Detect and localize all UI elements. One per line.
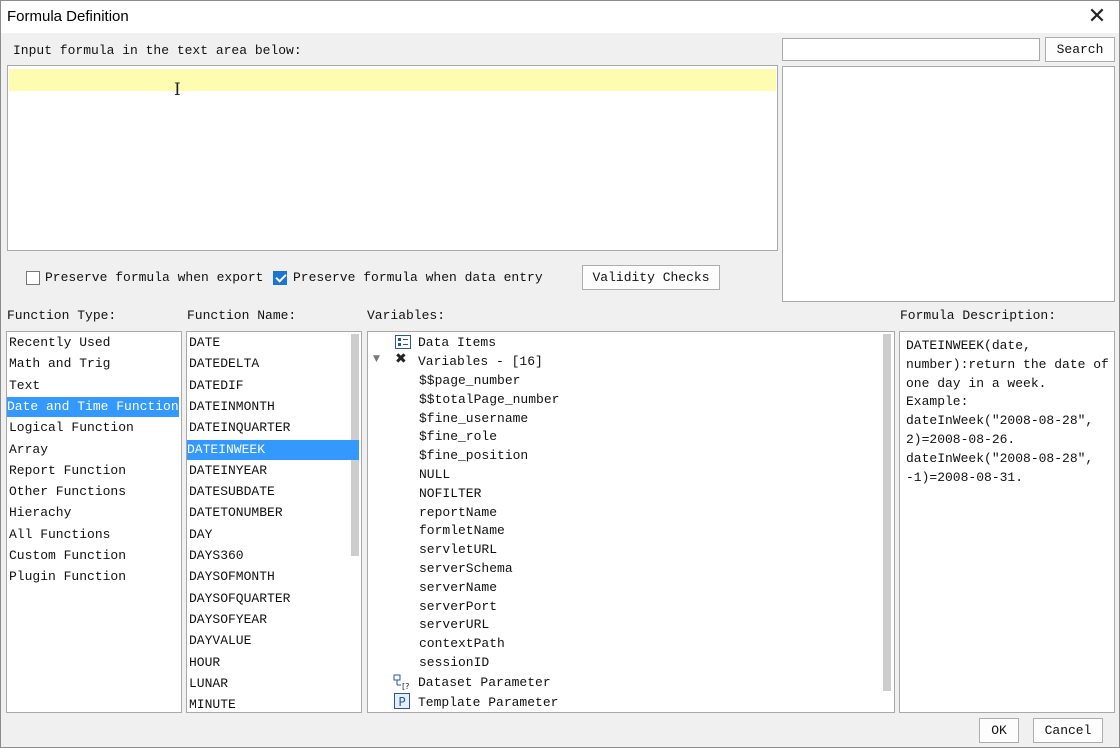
function-name-item[interactable]: DAYSOFQUARTER: [189, 589, 359, 609]
function-type-item[interactable]: Plugin Function: [9, 567, 179, 587]
formula-description-text: DATEINWEEK(date, number):return the date …: [906, 337, 1112, 487]
function-type-item[interactable]: Other Functions: [9, 482, 179, 502]
search-button[interactable]: Search: [1045, 37, 1115, 62]
tree-item-variable[interactable]: reportName: [419, 503, 497, 522]
variables-icon: ✖: [395, 351, 407, 367]
preserve-entry-checkbox[interactable]: [273, 271, 287, 285]
function-type-item[interactable]: Math and Trig: [9, 354, 179, 374]
tree-item-variable[interactable]: servletURL: [419, 540, 497, 559]
function-name-item[interactable]: DATESUBDATE: [189, 482, 359, 502]
function-name-item[interactable]: DATEDELTA: [189, 354, 359, 374]
function-type-item[interactable]: All Functions: [9, 525, 179, 545]
description-line: number):return the date of: [906, 356, 1109, 372]
tree-item-template-parameter[interactable]: Template Parameter: [418, 693, 558, 712]
function-name-item[interactable]: DAYSOFYEAR: [189, 610, 359, 630]
description-line: 2)=2008-08-26.: [906, 431, 1016, 447]
description-line: Example:: [906, 394, 969, 410]
function-type-item[interactable]: Date and Time Function: [7, 396, 179, 417]
ok-button[interactable]: OK: [979, 718, 1019, 743]
tree-item-variable[interactable]: NOFILTER: [419, 484, 481, 503]
variables-tree[interactable]: Data Items ▼ ✖ Variables - [16] $$page_n…: [367, 331, 895, 713]
function-name-label: Function Name:: [187, 308, 297, 323]
formula-description-label: Formula Description:: [900, 308, 1057, 323]
title-bar: Formula Definition ✕: [1, 1, 1119, 33]
parameter-icon: P: [394, 693, 410, 709]
validity-checks-button[interactable]: Validity Checks: [582, 265, 720, 290]
function-name-item[interactable]: DAY: [189, 525, 359, 545]
function-name-item[interactable]: HOUR: [189, 653, 359, 673]
tree-item-variables-group[interactable]: Variables - [16]: [418, 352, 543, 371]
variables-label: Variables:: [367, 308, 446, 323]
function-name-item[interactable]: DAYVALUE: [189, 631, 359, 651]
expand-arrow-icon[interactable]: ▼: [373, 354, 380, 364]
tree-item-variable[interactable]: $$page_number: [419, 371, 520, 390]
function-type-item[interactable]: Custom Function: [9, 546, 179, 566]
tree-item-variable[interactable]: $fine_role: [419, 427, 497, 446]
function-name-item[interactable]: DATEINQUARTER: [189, 418, 359, 438]
dataset-icon: [?]: [393, 674, 409, 690]
tree-item-variable[interactable]: NULL: [419, 465, 450, 484]
tree-item-dataset-parameter[interactable]: Dataset Parameter: [418, 673, 551, 692]
preserve-entry-label: Preserve formula when data entry: [293, 270, 543, 285]
variables-scrollbar[interactable]: [883, 334, 891, 691]
tree-item-variable[interactable]: $fine_username: [419, 409, 528, 428]
window-title: Formula Definition: [7, 8, 129, 25]
tree-item-variable[interactable]: sessionID: [419, 653, 489, 672]
tree-item-variable[interactable]: serverPort: [419, 597, 497, 616]
text-cursor-icon: I: [174, 80, 181, 100]
tree-item-data-items[interactable]: Data Items: [418, 333, 496, 352]
function-name-list[interactable]: DATE DATEDELTA DATEDIF DATEINMONTH DATEINQUA…: [186, 331, 362, 713]
tree-item-variable[interactable]: $fine_position: [419, 446, 528, 465]
tree-item-variable[interactable]: serverName: [419, 578, 497, 597]
close-icon[interactable]: ✕: [1079, 3, 1115, 31]
function-name-item[interactable]: MINUTE: [189, 695, 359, 712]
search-results[interactable]: [782, 66, 1115, 302]
preserve-export-checkbox[interactable]: [26, 271, 40, 285]
description-line: -1)=2008-08-31.: [906, 469, 1024, 485]
function-name-item[interactable]: DAYSOFMONTH: [189, 567, 359, 587]
function-name-item[interactable]: DATEDIF: [189, 376, 359, 396]
function-type-item[interactable]: Text: [9, 376, 179, 396]
description-line: dateInWeek("2008-08-28",: [906, 413, 1094, 429]
description-line: one day in a week.: [906, 375, 1047, 391]
current-line-highlight: [9, 69, 776, 91]
function-type-item[interactable]: Recently Used: [9, 333, 179, 353]
preserve-export-label: Preserve formula when export: [45, 270, 264, 285]
function-type-item[interactable]: Logical Function: [9, 418, 179, 438]
tree-item-variable[interactable]: formletName: [419, 521, 505, 540]
function-type-item[interactable]: Hierachy: [9, 503, 179, 523]
cancel-button[interactable]: Cancel: [1033, 718, 1103, 743]
tree-item-variable[interactable]: serverURL: [419, 615, 489, 634]
tree-item-variable[interactable]: contextPath: [419, 634, 505, 653]
function-name-item[interactable]: DATEINYEAR: [189, 461, 359, 481]
description-line: dateInWeek("2008-08-28",: [906, 450, 1094, 466]
function-type-list[interactable]: Recently Used Math and Trig Text Date and T…: [6, 331, 182, 713]
tree-item-variable[interactable]: serverSchema: [419, 559, 513, 578]
function-type-item[interactable]: Report Function: [9, 461, 179, 481]
function-name-item[interactable]: DATETONUMBER: [189, 503, 359, 523]
function-name-item[interactable]: DATE: [189, 333, 359, 353]
function-type-label: Function Type:: [7, 308, 117, 323]
search-input[interactable]: [782, 38, 1040, 61]
function-name-item[interactable]: DATEINMONTH: [189, 397, 359, 417]
function-name-item[interactable]: DATEINWEEK: [187, 439, 359, 460]
tree-item-variable[interactable]: $$totalPage_number: [419, 390, 559, 409]
editor-label: Input formula in the text area below:: [13, 43, 302, 58]
function-name-item[interactable]: LUNAR: [189, 674, 359, 694]
formula-editor[interactable]: I: [7, 65, 778, 251]
function-name-item[interactable]: DAYS360: [189, 546, 359, 566]
description-line: DATEINWEEK(date,: [906, 338, 1031, 353]
function-type-item[interactable]: Array: [9, 440, 179, 460]
formula-definition-dialog: Formula Definition ✕ Input formula in th…: [0, 0, 1120, 748]
svg-text:[?]: [?]: [402, 682, 409, 690]
list-card-icon: [395, 335, 411, 349]
